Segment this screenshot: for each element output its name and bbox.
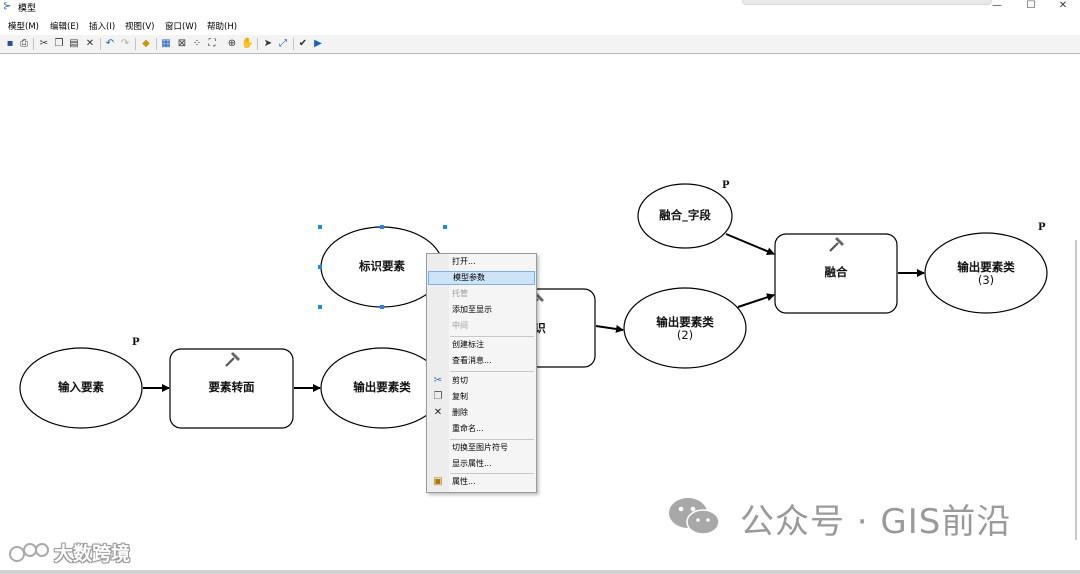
toolbar-separator bbox=[33, 38, 34, 50]
connector-identity-to-output2[interactable] bbox=[595, 325, 624, 333]
hammer-icon bbox=[225, 352, 240, 367]
minimize-button[interactable]: — bbox=[980, 0, 1014, 14]
save-icon[interactable]: ▪ bbox=[4, 37, 16, 50]
menu-item-rename[interactable]: 重命名... bbox=[449, 422, 535, 436]
menu-item-intermediate[interactable]: 中间 bbox=[449, 319, 535, 333]
menu-bar: 模型(M) 编辑(E) 插入(I) 视图(V) 窗口(W) 帮助(H) bbox=[0, 17, 1080, 34]
menu-item-show-properties[interactable]: 显示属性... bbox=[449, 457, 535, 471]
selection-handle[interactable] bbox=[443, 225, 447, 229]
menu-item-view-messages[interactable]: 查看消息... bbox=[449, 354, 535, 368]
wechat-icon bbox=[669, 498, 720, 535]
scrollbar[interactable] bbox=[1075, 240, 1077, 540]
menu-help[interactable]: 帮助(H) bbox=[207, 20, 237, 32]
add-data-icon[interactable]: ◆ bbox=[140, 37, 152, 50]
label-dissolve-field: 融合_字段 bbox=[659, 208, 711, 222]
copy-icon: ❐ bbox=[433, 391, 443, 402]
selection-handle[interactable] bbox=[380, 225, 384, 229]
menu-item-copy[interactable]: 复制 bbox=[449, 390, 535, 404]
selection-handle[interactable] bbox=[318, 305, 322, 309]
model-canvas[interactable]: 输入要素 要素转面 输出要素类 标识要素 识 输出要素类 (2) 融合_字段 融… bbox=[0, 54, 1080, 570]
connect-icon[interactable]: ⤢ bbox=[277, 37, 289, 50]
menu-item-properties[interactable]: 属性... bbox=[449, 475, 535, 489]
toolbar-separator bbox=[156, 38, 157, 50]
menu-item-delete[interactable]: 删除 bbox=[449, 406, 535, 420]
menu-view[interactable]: 视图(V) bbox=[125, 20, 154, 32]
selection-handle[interactable] bbox=[380, 305, 384, 309]
maximize-button[interactable]: ☐ bbox=[1014, 0, 1048, 14]
toolbar-separator bbox=[293, 38, 294, 50]
toolbar-separator bbox=[257, 38, 258, 50]
diagram-graphics bbox=[19, 183, 1048, 429]
zoom-in-fixed-icon[interactable]: ⁘ bbox=[191, 37, 203, 50]
label-output-3-number: (3) bbox=[977, 273, 995, 287]
window-bottom-edge bbox=[0, 570, 1080, 574]
background-window-edge bbox=[742, 0, 992, 5]
properties-icon: ▣ bbox=[433, 476, 443, 487]
cut-icon[interactable]: ✂ bbox=[38, 37, 50, 50]
parameter-marker: P bbox=[132, 337, 140, 348]
window-title: 模型 bbox=[18, 4, 37, 14]
zoom-out-fixed-icon[interactable]: ⛶ bbox=[206, 37, 218, 50]
toolbar: ▪ ⎙ ✂ ❐ ▤ ✕ ↶ ↷ ◆ ▦ ⊠ ⁘ ⛶ ⊕ ✋ ➤ ⤢ ✔ ▶ bbox=[0, 35, 1080, 54]
menu-separator bbox=[450, 371, 534, 372]
menu-item-managed[interactable]: 托管 bbox=[449, 287, 535, 301]
menu-separator bbox=[450, 473, 534, 474]
menu-item-cut[interactable]: 剪切 bbox=[449, 374, 535, 388]
label-dissolve: 融合 bbox=[824, 265, 848, 279]
context-menu: 打开... 模型参数 托管 添加至显示 中间 创建标注 查看消息... ✂ 剪切… bbox=[426, 253, 537, 493]
print-icon[interactable]: ⎙ bbox=[18, 37, 30, 50]
pan-icon[interactable]: ✋ bbox=[241, 37, 253, 50]
auto-layout-icon[interactable]: ▦ bbox=[160, 37, 172, 50]
brand-logo-icon bbox=[9, 543, 49, 562]
scissors-icon: ✂ bbox=[433, 375, 443, 386]
title-bar: ⊱ 模型 — ☐ ✕ bbox=[0, 0, 1080, 16]
label-output-feature-class: 输出要素类 bbox=[353, 380, 411, 394]
run-icon[interactable]: ▶ bbox=[312, 37, 324, 50]
zoom-in-icon[interactable]: ⊕ bbox=[226, 37, 238, 50]
menu-item-open[interactable]: 打开... bbox=[449, 255, 535, 269]
menu-item-model-parameter[interactable]: 模型参数 bbox=[428, 271, 535, 285]
select-icon[interactable]: ➤ bbox=[262, 37, 274, 50]
watermark-text: 公众号 · GIS前沿 bbox=[740, 502, 1012, 542]
delete-icon[interactable]: ✕ bbox=[84, 37, 96, 50]
menu-item-create-label[interactable]: 创建标注 bbox=[449, 338, 535, 352]
selection-handle[interactable] bbox=[318, 225, 322, 229]
toolbar-separator bbox=[135, 38, 136, 50]
full-extent-icon[interactable]: ⊠ bbox=[176, 37, 188, 50]
menu-item-add-to-display[interactable]: 添加至显示 bbox=[449, 303, 535, 317]
label-identify-features: 标识要素 bbox=[359, 259, 405, 273]
undo-icon[interactable]: ↶ bbox=[104, 37, 116, 50]
paste-icon[interactable]: ▤ bbox=[68, 37, 80, 50]
toolbar-separator bbox=[100, 38, 101, 50]
watermark-brand-text: 大数跨境 bbox=[54, 543, 131, 565]
menu-edit[interactable]: 编辑(E) bbox=[50, 20, 79, 32]
menu-separator bbox=[450, 336, 534, 337]
menu-model[interactable]: 模型(M) bbox=[8, 20, 39, 32]
menu-separator bbox=[450, 439, 534, 440]
label-feature-to-polygon: 要素转面 bbox=[208, 380, 255, 394]
copy-icon[interactable]: ❐ bbox=[53, 37, 65, 50]
model-app-icon: ⊱ bbox=[3, 1, 12, 12]
parameter-marker: P bbox=[1038, 222, 1046, 233]
menu-window[interactable]: 窗口(W) bbox=[165, 20, 197, 32]
redo-icon[interactable]: ↷ bbox=[119, 37, 131, 50]
validate-icon[interactable]: ✔ bbox=[297, 37, 309, 50]
parameter-marker: P bbox=[722, 180, 730, 191]
hammer-icon bbox=[829, 237, 844, 252]
label-input-features: 输入要素 bbox=[58, 380, 104, 394]
menu-item-switch-to-picture[interactable]: 切换至图片符号 bbox=[449, 441, 535, 455]
context-menu-gutter bbox=[427, 254, 449, 492]
delete-x-icon: ✕ bbox=[433, 407, 443, 418]
connector-output2-to-dissolve[interactable] bbox=[737, 293, 775, 308]
menu-insert[interactable]: 插入(I) bbox=[89, 20, 115, 32]
label-output-2-number: (2) bbox=[676, 328, 694, 342]
connector-field-to-dissolve[interactable] bbox=[725, 233, 775, 255]
close-button[interactable]: ✕ bbox=[1046, 0, 1080, 14]
